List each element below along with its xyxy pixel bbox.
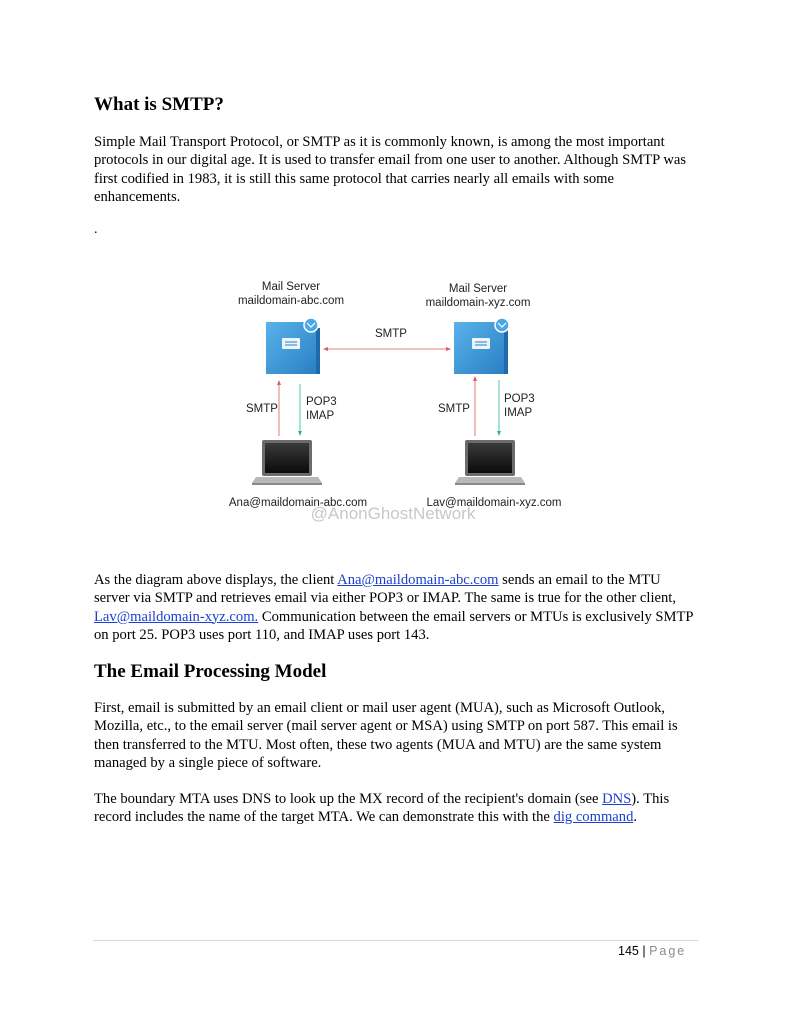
link-lav-email[interactable]: Lav@maildomain-xyz.com. <box>94 609 258 625</box>
left-pop3-down-arrow <box>298 384 302 436</box>
server-left-domain: maildomain-abc.com <box>238 295 344 307</box>
right-smtp-label: SMTP <box>438 403 470 415</box>
page-word: Page <box>649 944 687 958</box>
page-number: 145 <box>618 944 639 958</box>
stray-dot: . <box>94 222 98 237</box>
para-text: . <box>633 809 638 826</box>
right-pop3-down-arrow <box>497 380 501 436</box>
boundary-mta-paragraph: The boundary MTA uses DNS to look up the… <box>94 790 684 827</box>
para-text: As the diagram above displays, the clien… <box>94 572 338 588</box>
server-left-title: Mail Server <box>262 281 320 293</box>
server-right-title: Mail Server <box>449 283 507 295</box>
server-right-domain: maildomain-xyz.com <box>426 297 531 309</box>
left-pop3-label: POP3 <box>306 396 337 408</box>
smtp-intro-paragraph: Simple Mail Transport Protocol, or SMTP … <box>94 134 687 205</box>
section-heading-what-is-smtp: What is SMTP? <box>94 94 224 115</box>
email-processing-paragraph: First, email is submitted by an email cl… <box>94 700 678 771</box>
right-imap-label: IMAP <box>504 407 532 419</box>
page-footer: 145 | Page <box>618 944 686 958</box>
left-imap-label: IMAP <box>306 410 334 422</box>
left-smtp-label: SMTP <box>246 403 278 415</box>
document-page: What is SMTP? Simple Mail Transport Prot… <box>0 0 791 1024</box>
diagram-explanation-paragraph: As the diagram above displays, the clien… <box>94 571 699 644</box>
section-heading-email-processing-model: The Email Processing Model <box>94 661 327 682</box>
laptop-right-icon <box>455 440 525 485</box>
para-text: The boundary MTA uses DNS to look up the… <box>94 791 603 807</box>
footer-divider <box>93 940 698 941</box>
laptop-left-icon <box>252 440 322 485</box>
server-to-server-arrow <box>323 347 451 351</box>
mail-server-right-icon <box>454 317 510 374</box>
smtp-between-servers-label: SMTP <box>375 328 407 340</box>
link-dns[interactable]: DNS <box>602 791 631 807</box>
link-ana-email[interactable]: Ana@maildomain-abc.com <box>337 572 498 588</box>
footer-separator: | <box>638 944 650 958</box>
client-right-email: Lav@maildomain-xyz.com <box>426 497 561 509</box>
mail-server-left-icon <box>266 317 320 374</box>
link-dig-command[interactable]: dig command <box>554 809 634 825</box>
smtp-diagram: Mail Server maildomain-abc.com Mail Serv… <box>229 281 562 523</box>
right-pop3-label: POP3 <box>504 393 535 405</box>
right-smtp-up-arrow <box>473 376 477 436</box>
client-left-email: Ana@maildomain-abc.com <box>229 497 367 509</box>
